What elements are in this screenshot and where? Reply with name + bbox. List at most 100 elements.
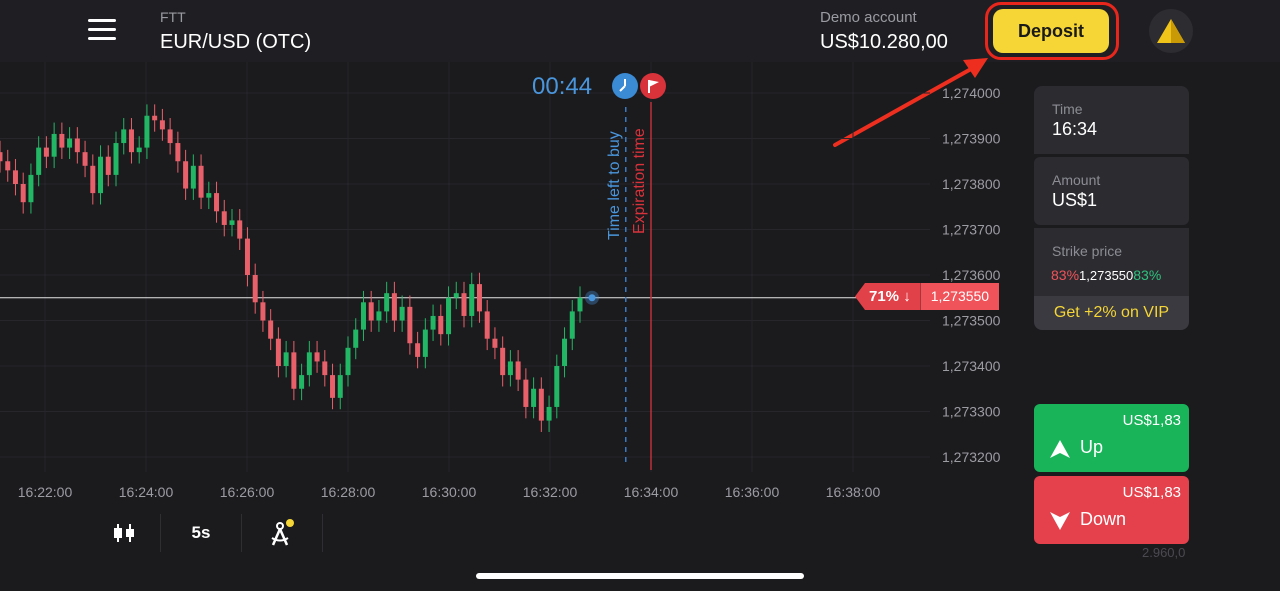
time-left-to-buy-label: Time left to buy bbox=[606, 131, 623, 240]
up-button[interactable]: US$1,83 Up bbox=[1034, 404, 1189, 472]
y-tick-label: 1,273700 bbox=[942, 222, 1001, 238]
candle bbox=[337, 375, 343, 398]
vip-offer-button[interactable]: Get +2% on VIP bbox=[1034, 296, 1189, 330]
trade-panel: Time 16:34 Amount US$1 Strike price 83%1… bbox=[1034, 86, 1189, 330]
amount-selector[interactable]: Amount US$1 bbox=[1034, 157, 1189, 225]
candle bbox=[523, 379, 529, 407]
candle bbox=[20, 184, 26, 203]
top-bar: FTT EUR/USD (OTC) Demo account US$10.280… bbox=[0, 0, 1280, 62]
home-indicator bbox=[476, 573, 804, 579]
candle bbox=[0, 152, 3, 162]
strike-values: 83%1,27355083% bbox=[1051, 267, 1162, 283]
y-tick-label: 1,273600 bbox=[942, 267, 1001, 283]
candle bbox=[275, 338, 281, 366]
compass-tool-icon bbox=[271, 519, 294, 546]
candle bbox=[152, 115, 158, 121]
x-tick-label: 16:28:00 bbox=[321, 484, 376, 500]
account-type[interactable]: Demo account bbox=[820, 9, 917, 26]
candle bbox=[260, 302, 266, 321]
candle bbox=[407, 306, 413, 344]
clock-icon bbox=[612, 73, 638, 99]
candle bbox=[214, 193, 220, 212]
time-value: 16:34 bbox=[1052, 119, 1098, 139]
time-selector[interactable]: Time 16:34 bbox=[1034, 86, 1189, 154]
candle bbox=[283, 352, 289, 366]
candle bbox=[461, 293, 467, 316]
arrow-down-icon bbox=[1050, 512, 1070, 530]
candle bbox=[430, 315, 436, 330]
candle bbox=[229, 220, 235, 225]
menu-icon[interactable] bbox=[88, 17, 118, 43]
candle bbox=[345, 347, 351, 376]
y-tick-label: 1,273800 bbox=[942, 176, 1001, 192]
x-tick-label: 16:32:00 bbox=[523, 484, 578, 500]
candle bbox=[569, 311, 575, 339]
candle bbox=[531, 388, 537, 407]
strike-label: Strike price bbox=[1052, 243, 1123, 259]
candle bbox=[59, 133, 65, 148]
interval-button[interactable]: 5s bbox=[161, 514, 242, 552]
asset-selector[interactable]: EUR/USD (OTC) bbox=[160, 31, 311, 54]
candle bbox=[415, 343, 421, 357]
candle bbox=[384, 293, 390, 312]
flag-icon bbox=[640, 73, 666, 99]
candle bbox=[299, 375, 305, 389]
candle bbox=[453, 293, 459, 298]
y-tick-label: 1,273200 bbox=[942, 449, 1001, 465]
x-tick-label: 16:34:00 bbox=[624, 484, 679, 500]
candle bbox=[368, 302, 374, 321]
candle bbox=[105, 156, 111, 175]
candle bbox=[252, 275, 258, 303]
candle bbox=[330, 375, 336, 398]
current-price-tag: 71% ↓ 1,273550 bbox=[855, 283, 1000, 310]
candle bbox=[422, 329, 428, 357]
candlestick-icon bbox=[114, 524, 134, 542]
candle bbox=[237, 220, 243, 239]
candle bbox=[492, 338, 498, 348]
x-tick-label: 16:30:00 bbox=[422, 484, 477, 500]
deposit-button[interactable]: Deposit bbox=[993, 9, 1109, 53]
candle bbox=[90, 165, 96, 194]
candle bbox=[244, 238, 250, 275]
candle bbox=[268, 320, 274, 339]
candle bbox=[183, 161, 189, 189]
candle bbox=[51, 133, 57, 157]
candle bbox=[399, 306, 405, 321]
candle bbox=[113, 143, 119, 175]
account-balance[interactable]: US$10.280,00 bbox=[820, 31, 948, 54]
y-tick-label: 1,273300 bbox=[942, 404, 1001, 420]
candle bbox=[159, 120, 165, 130]
candle bbox=[507, 361, 513, 376]
candle bbox=[360, 302, 366, 330]
candle bbox=[175, 143, 181, 162]
candle bbox=[291, 352, 297, 389]
up-payout: US$1,83 bbox=[1122, 412, 1181, 429]
faint-value: 2.960,0 bbox=[1142, 545, 1186, 560]
chart-type-button[interactable] bbox=[88, 514, 161, 552]
candle bbox=[484, 311, 490, 339]
candle bbox=[538, 388, 544, 421]
candle bbox=[28, 174, 34, 203]
candle bbox=[43, 147, 49, 157]
x-tick-label: 16:24:00 bbox=[119, 484, 174, 500]
arrow-up-icon bbox=[1050, 440, 1070, 458]
x-tick-label: 16:22:00 bbox=[18, 484, 73, 500]
candle bbox=[167, 129, 173, 144]
candle bbox=[391, 293, 397, 321]
candle bbox=[74, 138, 80, 153]
up-label: Up bbox=[1080, 437, 1104, 457]
down-button[interactable]: US$1,83 Down bbox=[1034, 476, 1189, 544]
price-change-pct: 71% ↓ bbox=[855, 283, 921, 310]
time-label: Time bbox=[1052, 101, 1083, 117]
expiration-time-label: Expiration time bbox=[631, 128, 648, 234]
profile-avatar[interactable] bbox=[1149, 9, 1193, 53]
candle bbox=[36, 147, 42, 175]
candle bbox=[500, 347, 506, 376]
candle bbox=[469, 284, 475, 316]
indicators-button[interactable] bbox=[242, 514, 323, 552]
candle bbox=[144, 115, 150, 148]
candle bbox=[121, 129, 127, 144]
candle bbox=[128, 129, 134, 153]
candle bbox=[198, 165, 204, 198]
candle bbox=[98, 156, 104, 194]
